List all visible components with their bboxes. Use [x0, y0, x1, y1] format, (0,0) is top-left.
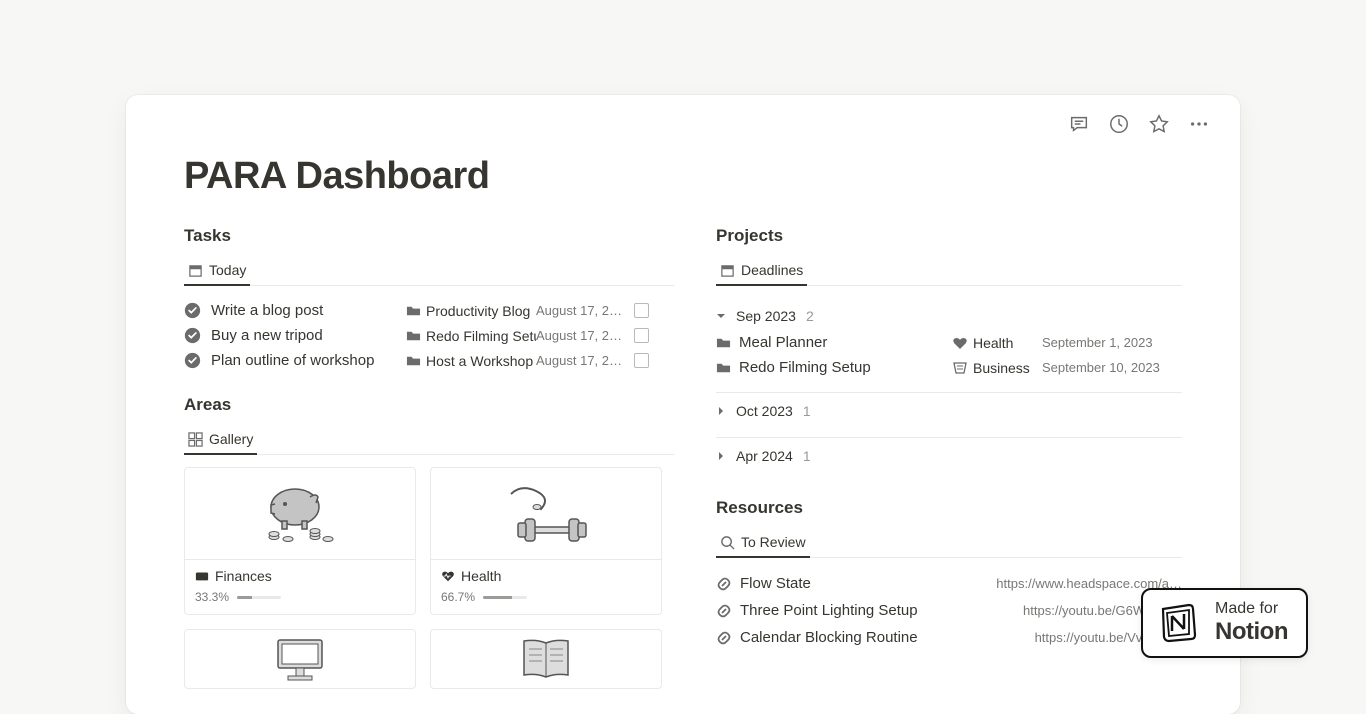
gallery-icon: [188, 432, 203, 447]
checkmark-circle-icon: [184, 302, 201, 319]
folder-icon: [406, 303, 421, 318]
task-row[interactable]: Buy a new tripod Redo Filming Setup Augu…: [184, 323, 674, 348]
card-title: Health: [441, 568, 651, 584]
tasks-section: Tasks Today Write a blog post Productivi…: [184, 226, 674, 373]
progress-bar: [483, 596, 527, 599]
folder-icon: [406, 328, 421, 343]
progress-pct: 66.7%: [441, 590, 475, 604]
areas-section: Areas Gallery: [184, 395, 674, 689]
project-date: September 10, 2023: [1042, 360, 1182, 375]
project-area: Business: [952, 360, 1042, 376]
projects-view-tab[interactable]: Deadlines: [716, 256, 807, 286]
checkbox[interactable]: [634, 303, 649, 318]
card-title: Finances: [195, 568, 405, 584]
resource-row[interactable]: Three Point Lighting Setup https://youtu…: [716, 597, 1182, 624]
made-for-notion-badge[interactable]: Made for Notion: [1141, 588, 1308, 658]
area-card-health[interactable]: Health 66.7%: [430, 467, 662, 615]
project-row[interactable]: Meal Planner Health September 1, 2023: [716, 330, 1182, 355]
projects-section: Projects Deadlines Sep 2023 2: [716, 226, 1182, 470]
area-card-partial[interactable]: [184, 629, 416, 689]
resources-view-tab[interactable]: To Review: [716, 528, 810, 558]
area-card-finances[interactable]: Finances 33.3%: [184, 467, 416, 615]
task-name: Plan outline of workshop: [211, 352, 406, 369]
health-icon: [952, 335, 968, 351]
task-date: August 17, 2023: [536, 353, 626, 368]
task-date: August 17, 20…: [536, 328, 626, 343]
project-date: September 1, 2023: [1042, 335, 1182, 350]
business-icon: [952, 360, 968, 376]
app-window: PARA Dashboard Tasks Today Write a bl: [126, 95, 1240, 714]
dumbbell-icon: [501, 479, 591, 549]
task-project: Productivity Blog: [406, 303, 536, 319]
task-date: August 17, 2023: [536, 303, 626, 318]
progress-pct: 33.3%: [195, 590, 229, 604]
areas-view-tab[interactable]: Gallery: [184, 425, 257, 455]
more-icon[interactable]: [1188, 113, 1210, 140]
checkbox[interactable]: [634, 328, 649, 343]
task-project: Redo Filming Setup: [406, 328, 536, 344]
page-title: PARA Dashboard: [184, 155, 1182, 198]
badge-line1: Made for: [1215, 600, 1288, 618]
tasks-view-tab[interactable]: Today: [184, 256, 250, 286]
link-icon: [716, 630, 732, 646]
badge-line2: Notion: [1215, 618, 1288, 646]
area-card-partial[interactable]: [430, 629, 662, 689]
caret-down-icon: [716, 311, 726, 321]
card-cover: [185, 468, 415, 560]
finances-icon: [195, 569, 209, 583]
history-icon[interactable]: [1108, 113, 1130, 140]
project-group-toggle[interactable]: Apr 2024 1: [716, 438, 1182, 470]
folder-icon: [716, 335, 731, 350]
areas-heading: Areas: [184, 395, 674, 415]
calendar-icon: [188, 263, 203, 278]
projects-heading: Projects: [716, 226, 1182, 246]
resource-row[interactable]: Calendar Blocking Routine https://youtu.…: [716, 624, 1182, 651]
progress-bar: [237, 596, 281, 599]
link-icon: [716, 576, 732, 592]
monitor-icon: [270, 635, 330, 685]
tasks-heading: Tasks: [184, 226, 674, 246]
resource-row[interactable]: Flow State https://www.headspace.com/a…: [716, 570, 1182, 597]
notion-logo-icon: [1157, 601, 1201, 645]
task-row[interactable]: Write a blog post Productivity Blog Augu…: [184, 298, 674, 323]
task-name: Write a blog post: [211, 302, 406, 319]
task-project: Host a Workshop: [406, 353, 536, 369]
checkbox[interactable]: [634, 353, 649, 368]
search-icon: [720, 535, 735, 550]
caret-right-icon: [716, 451, 726, 461]
book-icon: [516, 635, 576, 685]
link-icon: [716, 603, 732, 619]
checkmark-circle-icon: [184, 327, 201, 344]
resources-section: Resources To Review Flow State https://w…: [716, 498, 1182, 651]
card-cover: [431, 468, 661, 560]
star-icon[interactable]: [1148, 113, 1170, 140]
project-row[interactable]: Redo Filming Setup Business September 10…: [716, 355, 1182, 380]
resources-heading: Resources: [716, 498, 1182, 518]
checkmark-circle-icon: [184, 352, 201, 369]
calendar-icon: [720, 263, 735, 278]
folder-icon: [406, 353, 421, 368]
health-icon: [441, 569, 455, 583]
comments-icon[interactable]: [1068, 113, 1090, 140]
project-group-toggle[interactable]: Oct 2023 1: [716, 393, 1182, 425]
content-area: PARA Dashboard Tasks Today Write a bl: [126, 95, 1240, 711]
topbar: [1068, 113, 1210, 140]
task-row[interactable]: Plan outline of workshop Host a Workshop…: [184, 348, 674, 373]
task-name: Buy a new tripod: [211, 327, 406, 344]
project-area: Health: [952, 335, 1042, 351]
project-group-toggle[interactable]: Sep 2023 2: [716, 298, 1182, 330]
piggy-bank-icon: [260, 479, 340, 549]
folder-icon: [716, 360, 731, 375]
caret-right-icon: [716, 406, 726, 416]
